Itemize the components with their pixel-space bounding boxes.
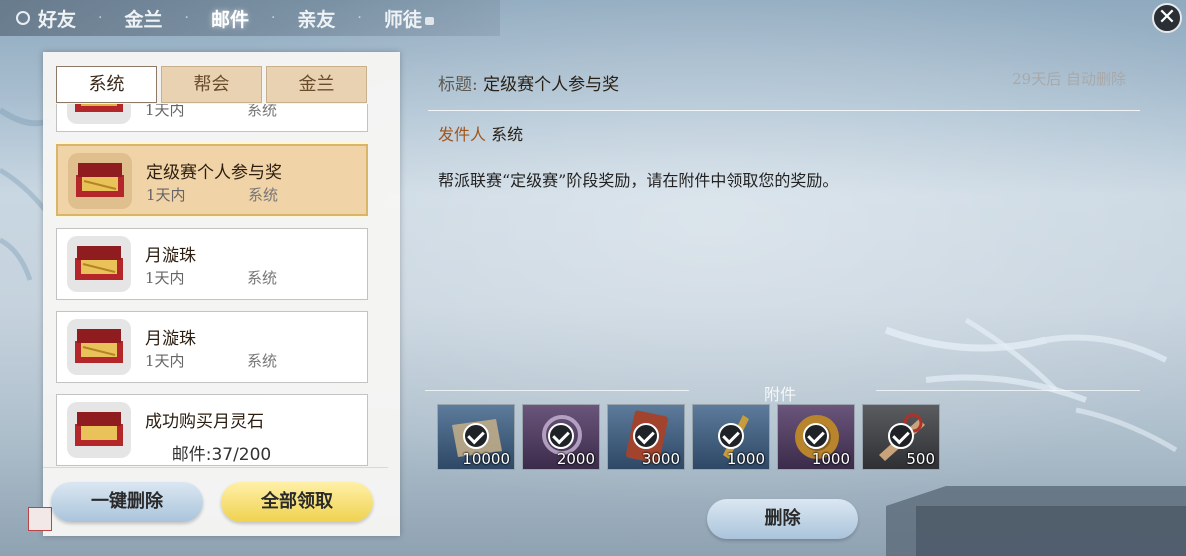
attachment-item[interactable]: 10000: [437, 404, 515, 470]
mail-count: 邮件:37/200: [171, 445, 272, 465]
mail-item[interactable]: 1天内 系统: [56, 104, 368, 132]
tab-mail[interactable]: 邮件: [189, 5, 271, 32]
gift-box-icon: [67, 236, 131, 292]
attachment-quantity: 10000: [462, 450, 510, 468]
attachment-item[interactable]: 1000: [692, 404, 770, 470]
tab-sworn-siblings[interactable]: 金兰: [102, 5, 184, 32]
attachment-quantity: 3000: [641, 450, 680, 468]
tab-sworn[interactable]: 金兰: [266, 66, 367, 103]
mail-sender-line: 发件人 系统: [438, 121, 523, 145]
divider: [876, 390, 1140, 391]
mail-body: 帮派联赛“定级赛”阶段奖励，请在附件中领取您的奖励。: [438, 171, 839, 190]
lock-icon: [424, 16, 434, 25]
mail-sender: 系统: [247, 269, 278, 287]
delete-all-button[interactable]: 一键删除: [51, 482, 203, 522]
mail-list-panel: 系统 帮会 金兰 1天内 系统 定级赛个人参与奖 1天内 系统 月漩珠 1天内: [28, 52, 400, 536]
mail-sender: 系统: [247, 104, 278, 119]
gift-box-icon: [68, 153, 132, 209]
attachment-quantity: 1000: [726, 450, 765, 468]
top-nav-bar: 好友 · 金兰 · 邮件 · 亲友 · 师徒: [0, 0, 500, 36]
attachment-quantity: 500: [906, 450, 935, 468]
seal-icon: [28, 507, 52, 531]
divider: [425, 390, 689, 391]
subject-value: 定级赛个人参与奖: [483, 75, 620, 95]
mail-date: 1天内: [145, 269, 185, 287]
mail-subject: 标题: 定级赛个人参与奖: [438, 70, 619, 95]
mail-title: 月漩珠: [145, 329, 196, 349]
attachment-item[interactable]: 1000: [777, 404, 855, 470]
tab-relatives[interactable]: 亲友: [275, 5, 357, 32]
attachments-label: 附件: [763, 385, 796, 404]
mail-category-tabs: 系统 帮会 金兰: [56, 66, 367, 103]
check-icon: [803, 423, 829, 449]
auto-delete-notice: 29天后 自动删除: [1012, 70, 1126, 88]
sender-label: 发件人: [438, 125, 487, 144]
mail-date: 1天内: [145, 352, 185, 370]
attachment-item[interactable]: 500: [862, 404, 940, 470]
mail-title: 月漩珠: [145, 246, 196, 266]
tab-friends[interactable]: 好友: [38, 5, 98, 32]
attachment-item[interactable]: 3000: [607, 404, 685, 470]
mail-item-selected[interactable]: 定级赛个人参与奖 1天内 系统: [56, 144, 368, 216]
mail-item[interactable]: 月漩珠 1天内 系统: [56, 311, 368, 383]
gift-box-icon: [67, 319, 131, 375]
attachment-list: 10000 2000 3000 1000 1000 500: [437, 404, 940, 470]
subject-label: 标题:: [438, 75, 478, 95]
claim-all-button[interactable]: 全部领取: [221, 482, 373, 522]
mail-sender: 系统: [248, 186, 279, 204]
mail-title: 成功购买月灵石: [145, 412, 264, 432]
gift-box-icon: [67, 104, 131, 124]
delete-button[interactable]: 删除: [707, 499, 858, 539]
tab-mentorship[interactable]: 师徒: [362, 5, 456, 32]
check-icon: [718, 423, 744, 449]
mail-date: 1天内: [145, 104, 185, 119]
mail-item[interactable]: 月漩珠 1天内 系统: [56, 228, 368, 300]
mail-sender: 系统: [247, 352, 278, 370]
mail-title: 定级赛个人参与奖: [146, 163, 282, 183]
attachment-quantity: 2000: [556, 450, 595, 468]
mail-date: 1天内: [146, 186, 186, 204]
check-icon: [633, 423, 659, 449]
friends-icon: [16, 11, 30, 25]
check-icon: [548, 423, 574, 449]
attachment-quantity: 1000: [811, 450, 850, 468]
tab-guild[interactable]: 帮会: [161, 66, 262, 103]
divider: [428, 110, 1140, 111]
close-button[interactable]: ✕: [1152, 3, 1182, 33]
sender-value: 系统: [491, 125, 524, 144]
divider: [43, 467, 388, 468]
mail-list[interactable]: 1天内 系统 定级赛个人参与奖 1天内 系统 月漩珠 1天内 系统 月漩珠 1天…: [56, 104, 368, 480]
tab-system[interactable]: 系统: [56, 66, 157, 103]
check-icon: [888, 423, 914, 449]
attachment-item[interactable]: 2000: [522, 404, 600, 470]
tab-mentorship-label: 师徒: [383, 8, 422, 31]
check-icon: [463, 423, 489, 449]
